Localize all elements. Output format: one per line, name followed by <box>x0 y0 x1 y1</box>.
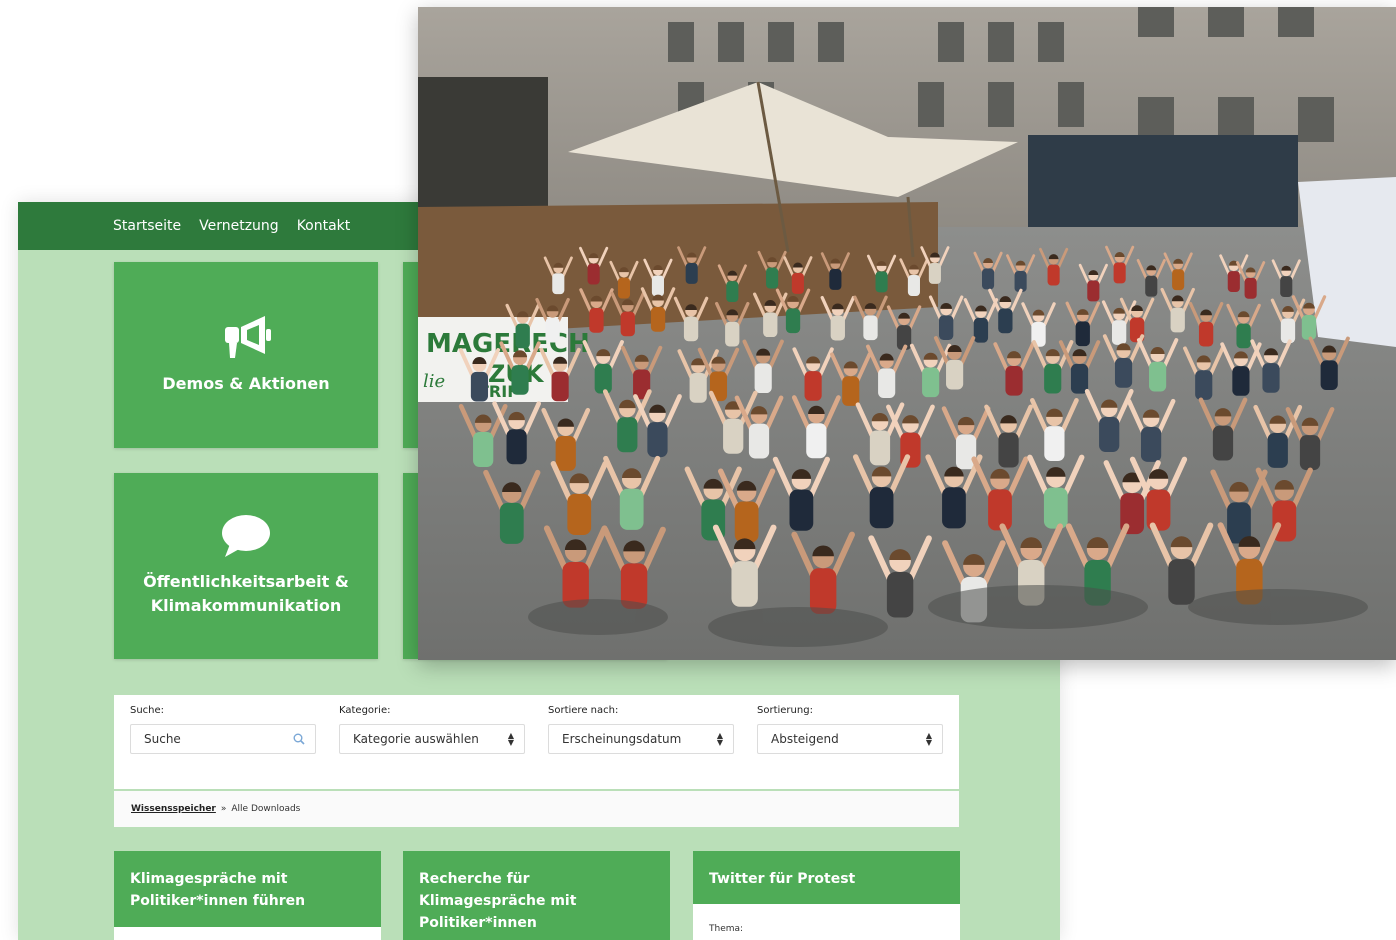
card-title: Twitter für Protest <box>709 871 856 887</box>
card-title-line1: Klimagespräche mit <box>130 871 288 887</box>
card-title-line2: Politiker*innen führen <box>130 893 306 909</box>
order-select[interactable]: Absteigend ▲ ▼ <box>757 724 943 754</box>
group-photo: MAGERECH ZUK lie TRIF <box>418 7 1396 660</box>
download-card-klimagespraeche[interactable]: Klimagespräche mit Politiker*innen führe… <box>114 851 381 940</box>
search-label: Suche: <box>130 705 165 716</box>
search-input[interactable] <box>144 732 274 746</box>
tile-label-line1: Öffentlichkeitsarbeit & <box>143 572 349 591</box>
breadcrumb-root[interactable]: Wissensspeicher <box>131 804 216 814</box>
select-arrows-icon: ▲ ▼ <box>716 731 723 747</box>
sortby-value: Erscheinungsdatum <box>562 732 682 746</box>
category-value: Kategorie auswählen <box>353 732 479 746</box>
sortby-group: Sortiere nach: Erscheinungsdatum ▲ ▼ <box>548 705 734 754</box>
megaphone-icon <box>225 316 271 358</box>
card-title-line1: Recherche für <box>419 871 530 887</box>
nav-kontakt[interactable]: Kontakt <box>297 218 351 234</box>
sortby-select[interactable]: Erscheinungsdatum ▲ ▼ <box>548 724 734 754</box>
download-card-recherche[interactable]: Recherche für Klimagespräche mit Politik… <box>403 851 670 940</box>
screenshot-stage: Startseite Vernetzung Kontakt Demos & Ak… <box>0 0 1396 940</box>
search-box[interactable] <box>130 724 316 754</box>
nav-startseite[interactable]: Startseite <box>113 218 181 234</box>
search-group: Suche: <box>130 705 316 754</box>
tile-oeffentlichkeitsarbeit[interactable]: Öffentlichkeitsarbeit & Klimakommunikati… <box>114 473 378 659</box>
filter-panel: Suche: Kategorie: Kategorie auswählen ▲▼ <box>114 695 959 789</box>
download-card-twitter[interactable]: Twitter für Protest Thema: <box>693 851 960 940</box>
nav-vernetzung[interactable]: Vernetzung <box>199 218 279 234</box>
card-meta: Thema: <box>709 924 744 934</box>
card-title-line2: Klimagespräche mit <box>419 893 577 909</box>
banner-text-3: lie <box>423 371 445 392</box>
card-title-line3: Politiker*innen <box>419 915 537 931</box>
order-group: Sortierung: Absteigend ▲ ▼ <box>757 705 943 754</box>
search-icon <box>293 733 305 745</box>
card-body <box>114 927 381 940</box>
tile-label: Demos & Aktionen <box>162 374 330 393</box>
breadcrumb-current: Alle Downloads <box>231 804 301 814</box>
category-select[interactable]: Kategorie auswählen ▲ ▼ <box>339 724 525 754</box>
speech-bubble-icon <box>222 515 270 557</box>
breadcrumb-separator: » <box>220 804 227 814</box>
category-label: Kategorie: <box>339 705 391 716</box>
select-arrows-icon: ▲ ▼ <box>925 731 932 747</box>
category-group: Kategorie: Kategorie auswählen ▲ ▼ <box>339 705 525 754</box>
order-label: Sortierung: <box>757 705 813 716</box>
breadcrumb: Wissensspeicher » Alle Downloads <box>114 791 959 827</box>
card-body: Thema: <box>693 904 960 940</box>
sortby-label: Sortiere nach: <box>548 705 619 716</box>
tile-demos-aktionen[interactable]: Demos & Aktionen <box>114 262 378 448</box>
group-photo-illustration: MAGERECH ZUK lie TRIF <box>418 7 1396 660</box>
order-value: Absteigend <box>771 732 839 746</box>
select-arrows-icon: ▲ ▼ <box>507 731 514 747</box>
tile-label-line2: Klimakommunikation <box>150 596 342 615</box>
